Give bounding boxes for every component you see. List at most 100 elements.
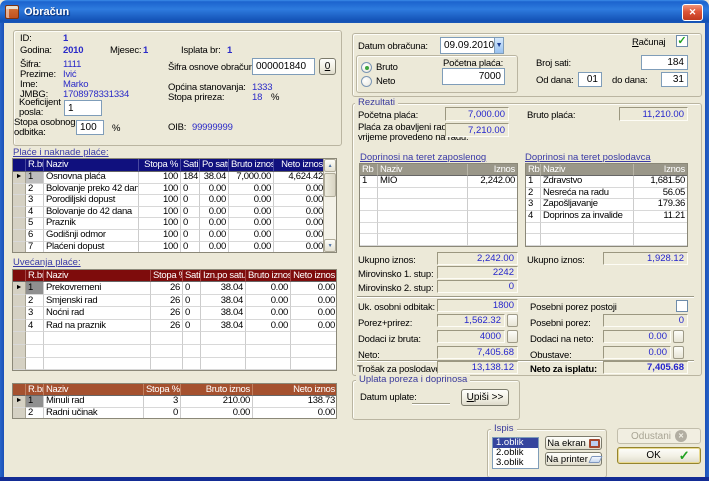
table-cell[interactable]: 0.00 [291,295,337,308]
naknade-table[interactable]: R.brNazivStopa %SatiPo satuBruto iznosNe… [12,158,337,253]
table-cell[interactable]: 2,242.00 [468,176,518,188]
table-row[interactable]: 3Noćni rad26038.040.000.00 [13,307,336,320]
neto-radio[interactable] [361,76,372,87]
dop-zaposleni-table[interactable]: RbNazivIznos1MIO2,242.00 [359,163,518,247]
row-selector[interactable]: ► [13,172,26,184]
table-row[interactable]: 5Praznik10000.000.000.00 [13,218,336,230]
table-cell[interactable]: 38.04 [201,295,246,308]
table-cell[interactable]: 100 [139,195,181,207]
table-cell[interactable]: Prekovremeni [44,282,151,295]
broj-sati-input[interactable]: 184 [641,55,688,70]
table-cell[interactable] [378,223,468,235]
table-cell[interactable]: 0.00 [274,242,326,253]
table-cell[interactable]: 0.00 [229,242,274,253]
table-cell[interactable] [360,234,378,246]
table-cell[interactable]: 0 [183,320,201,333]
table-cell[interactable]: 0 [181,184,200,196]
table-cell[interactable] [44,332,151,345]
row-selector[interactable] [13,384,26,396]
table-cell[interactable]: 100 [139,230,181,242]
table-cell[interactable]: 0 [181,207,200,219]
table-cell[interactable]: 0.00 [229,184,274,196]
table-cell[interactable]: 0.00 [181,408,253,420]
table-cell[interactable]: 0.00 [253,408,337,420]
table-cell[interactable]: 138.73 [253,396,337,408]
table-row[interactable]: ►1Osnovna plaća10018438.047,000.004,624.… [13,172,336,184]
na-printer-button[interactable]: Na printer [545,452,602,466]
table-cell[interactable] [151,345,183,358]
table-cell[interactable]: 4 [26,320,44,333]
table-cell[interactable]: 0 [181,242,200,253]
table-row[interactable] [13,358,336,371]
table-cell[interactable]: 38.04 [201,282,246,295]
table-row[interactable]: 2Nesreća na radu56.05 [526,188,687,200]
datum-uplate-input[interactable] [412,392,450,404]
uvecanja-table[interactable]: R.brNazivStopa %SatiIzn.po satuBruto izn… [12,269,337,371]
datum-obracuna-select[interactable]: 09.09.2010 ▼ [440,37,504,54]
table-cell[interactable] [378,199,468,211]
table-cell[interactable]: 0.00 [291,307,337,320]
table-row[interactable] [13,345,336,358]
koeficijent-input[interactable]: 1 [64,100,102,116]
table-cell[interactable]: 2 [26,184,44,196]
dop-poslodavac-table[interactable]: RbNazivIznos1Zdravstvo1,681.502Nesreća n… [525,163,688,247]
row-selector[interactable] [13,320,26,333]
table-cell[interactable] [526,234,541,246]
table-row[interactable]: 4Rad na praznik26038.040.000.00 [13,320,336,333]
table-cell[interactable]: Noćni rad [44,307,151,320]
porez-detail-button[interactable] [507,314,518,327]
ok-button[interactable]: OK ✓ [617,447,701,464]
table-cell[interactable]: 0 [181,218,200,230]
table-cell[interactable]: 4 [26,207,44,219]
table-cell[interactable] [26,345,44,358]
row-selector[interactable] [13,270,26,282]
table-cell[interactable] [26,358,44,371]
table-cell[interactable]: 100 [139,242,181,253]
table-cell[interactable]: Osnovna plaća [44,172,139,184]
od-dana-input[interactable]: 01 [578,72,602,87]
table-cell[interactable]: 0.00 [229,218,274,230]
table-cell[interactable] [378,188,468,200]
table-cell[interactable]: 1 [26,282,44,295]
table-cell[interactable]: 4,624.42 [274,172,326,184]
table-cell[interactable]: 0.00 [229,230,274,242]
do-dana-input[interactable]: 31 [661,72,688,87]
row-selector[interactable] [13,230,26,242]
dodaci-bruto-detail-button[interactable] [507,330,518,343]
table-cell[interactable] [468,223,518,235]
scroll-down-button[interactable]: ▼ [324,239,336,252]
table-cell[interactable]: Doprinos za invalide [541,211,634,223]
table-cell[interactable]: 0.00 [246,307,291,320]
table-cell[interactable]: 26 [151,295,183,308]
table-cell[interactable]: 0.00 [246,320,291,333]
table-cell[interactable] [541,223,634,235]
row-selector[interactable] [13,295,26,308]
table-row[interactable] [13,332,336,345]
table-cell[interactable]: Radni učinak [44,408,144,420]
table-cell[interactable]: 0.00 [274,230,326,242]
table-cell[interactable]: 179.36 [634,199,688,211]
table-cell[interactable]: 0 [183,282,201,295]
table-cell[interactable]: 0.00 [200,242,229,253]
row-selector[interactable] [13,159,26,172]
na-ekran-button[interactable]: Na ekran [545,436,602,450]
table-cell[interactable]: 0.00 [200,218,229,230]
row-selector[interactable] [13,408,26,420]
table-cell[interactable]: 26 [151,307,183,320]
table-cell[interactable]: 3 [526,199,541,211]
chevron-down-icon[interactable]: ▼ [494,38,503,53]
row-selector[interactable] [13,242,26,253]
table-cell[interactable]: 4 [526,211,541,223]
racunaj-checkbox[interactable]: ✓ [676,35,688,47]
table-cell[interactable] [183,358,201,371]
table-scrollbar[interactable]: ▲ ▼ [323,159,336,252]
list-option[interactable]: 3.oblik [493,458,538,468]
table-cell[interactable] [201,332,246,345]
table-row[interactable]: 4Bolovanje do 42 dana10000.000.000.00 [13,207,336,219]
table-cell[interactable]: 26 [151,282,183,295]
table-cell[interactable] [246,332,291,345]
table-cell[interactable]: Rad na praznik [44,320,151,333]
table-row[interactable]: 7Plaćeni dopust10000.000.000.00 [13,242,336,253]
table-cell[interactable]: 2 [26,295,44,308]
table-cell[interactable]: 1 [526,176,541,188]
